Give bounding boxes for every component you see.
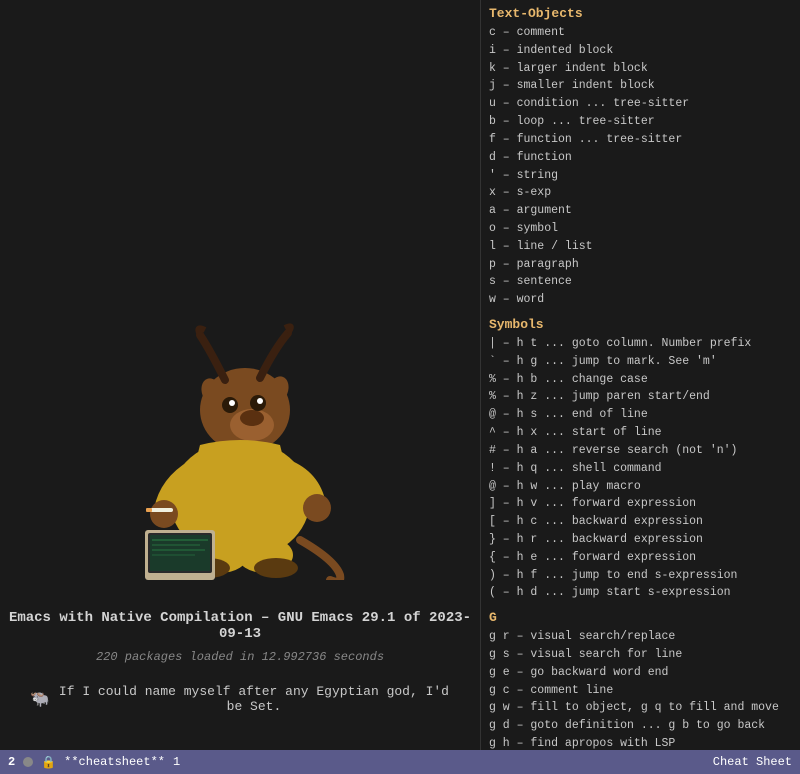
status-dot <box>23 757 33 767</box>
key-item: l – line / list <box>489 238 792 256</box>
status-lock-icon: 🔒 <box>41 755 56 770</box>
key-item: w – word <box>489 291 792 309</box>
key-item: p – paragraph <box>489 256 792 274</box>
key-item: c – comment <box>489 24 792 42</box>
key-item: } – h r ... backward expression <box>489 531 792 549</box>
key-item: ( – h d ... jump start s-expression <box>489 584 792 602</box>
section-title-text-objects: Text-Objects <box>489 6 792 21</box>
right-panel[interactable]: Text-Objects c – commenti – indented bloc… <box>480 0 800 774</box>
key-item: ^ – h x ... start of line <box>489 424 792 442</box>
key-item: g e – go backward word end <box>489 664 792 682</box>
key-item: i – indented block <box>489 42 792 60</box>
quote-text: If I could name myself after any Egyptia… <box>58 684 450 714</box>
section-title-g: G <box>489 610 792 625</box>
key-item: g s – visual search for line <box>489 646 792 664</box>
status-right-label: Cheat Sheet <box>713 755 792 769</box>
key-item: ` – h g ... jump to mark. See 'm' <box>489 353 792 371</box>
quote-line: 🐃 If I could name myself after any Egypt… <box>0 684 480 714</box>
key-item: @ – h s ... end of line <box>489 406 792 424</box>
key-item: [ – h c ... backward expression <box>489 513 792 531</box>
key-item: a – argument <box>489 202 792 220</box>
key-item: # – h a ... reverse search (not 'n') <box>489 442 792 460</box>
key-item: x – s-exp <box>489 184 792 202</box>
key-item: ] – h v ... forward expression <box>489 495 792 513</box>
section-title-symbols: Symbols <box>489 317 792 332</box>
packages-loaded: 220 packages loaded in 12.992736 seconds <box>96 650 384 664</box>
key-item: b – loop ... tree-sitter <box>489 113 792 131</box>
key-item: u – condition ... tree-sitter <box>489 95 792 113</box>
status-filename: **cheatsheet** <box>64 755 165 769</box>
key-item: ' – string <box>489 167 792 185</box>
key-item: f – function ... tree-sitter <box>489 131 792 149</box>
key-item: @ – h w ... play macro <box>489 478 792 496</box>
key-item: j – smaller indent block <box>489 77 792 95</box>
key-item: o – symbol <box>489 220 792 238</box>
key-item: % – h z ... jump paren start/end <box>489 388 792 406</box>
key-item: g c – comment line <box>489 682 792 700</box>
key-item: ! – h q ... shell command <box>489 460 792 478</box>
key-item: k – larger indent block <box>489 60 792 78</box>
key-item: g d – goto definition ... g b to go back <box>489 717 792 735</box>
quote-icon: 🐃 <box>30 689 50 709</box>
key-item: g w – fill to object, g q to fill and mo… <box>489 699 792 717</box>
status-tab-num: 1 <box>173 755 180 769</box>
left-panel: Emacs with Native Compilation – GNU Emac… <box>0 0 480 774</box>
status-number: 2 <box>8 755 15 769</box>
key-item: g r – visual search/replace <box>489 628 792 646</box>
key-item: { – h e ... forward expression <box>489 549 792 567</box>
key-item: ) – h f ... jump to end s-expression <box>489 567 792 585</box>
gnu-mascot <box>80 290 400 590</box>
emacs-title: Emacs with Native Compilation – GNU Emac… <box>0 610 480 642</box>
key-item: | – h t ... goto column. Number prefix <box>489 335 792 353</box>
key-item: % – h b ... change case <box>489 371 792 389</box>
key-item: d – function <box>489 149 792 167</box>
key-item: s – sentence <box>489 273 792 291</box>
status-bar: 2 🔒 **cheatsheet** 1 Cheat Sheet <box>0 750 800 774</box>
